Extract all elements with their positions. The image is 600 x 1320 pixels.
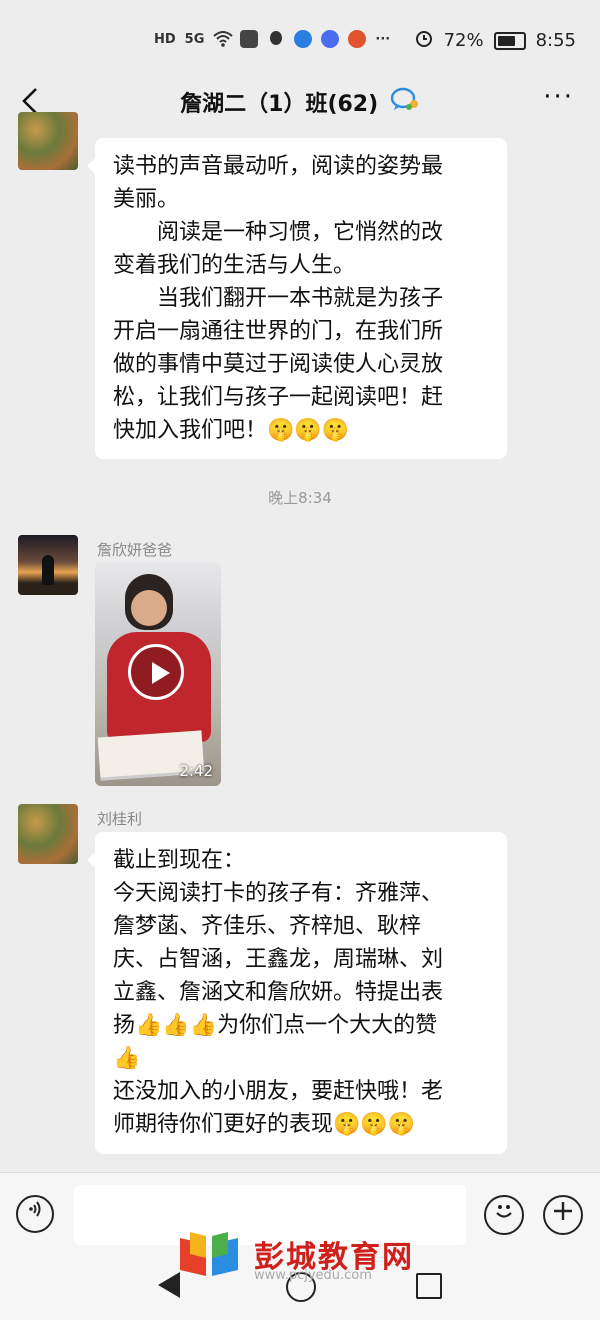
alarm-icon — [414, 28, 434, 53]
chat-title: 詹湖二（1）班(62) — [0, 86, 600, 118]
browser-icon — [294, 30, 313, 48]
message-bubble[interactable]: 读书的声音最动听，阅读的姿势最 美丽。 阅读是一种习惯，它悄然的改 变着我们的生… — [87, 138, 507, 459]
battery-icon — [493, 31, 526, 50]
smiley-icon — [496, 1205, 512, 1218]
message-line: 美丽。 — [113, 187, 180, 212]
plus-icon — [554, 1202, 572, 1220]
message-line: 立鑫、詹涵文和詹欣妍。特提出表 — [113, 980, 444, 1005]
battery-fill — [497, 35, 515, 46]
message-bubble[interactable]: 截止到现在： 今天阅读打卡的孩子有：齐雅萍、 詹梦菡、齐佳乐、齐梓旭、耿梓 庆、… — [87, 832, 507, 1154]
more-options-button[interactable]: ··· — [543, 82, 574, 112]
clock: 8:55 — [535, 30, 576, 51]
battery-percent: 72% — [443, 30, 484, 51]
message-line: 庆、占智涵，王鑫龙，周瑞琳、刘 — [113, 947, 444, 972]
chat-bubble-icon — [390, 87, 420, 117]
sender-name: 詹欣妍爸爸 — [97, 541, 173, 559]
play-icon[interactable] — [128, 644, 184, 700]
message-line: 当我们翻开一本书就是为孩子 — [113, 286, 444, 311]
message-line: 松，让我们与孩子一起阅读吧！赶 — [113, 385, 444, 410]
message-line: 变着我们的生活与人生。 — [113, 253, 356, 278]
chat-header: 詹湖二（1）班(62) ··· — [0, 80, 600, 125]
voice-input-button[interactable] — [16, 1195, 54, 1233]
avatar[interactable] — [18, 804, 78, 864]
hd-icon: HD — [154, 31, 176, 47]
message-line: 扬👍👍👍为你们点一个大大的赞 — [113, 1013, 438, 1038]
message-timestamp: 晚上8:34 — [268, 489, 332, 507]
voice-icon — [29, 1201, 41, 1217]
news-icon — [348, 30, 367, 48]
emoji-button[interactable] — [484, 1195, 524, 1235]
status-icons-left: HD 5G ··· — [154, 30, 390, 48]
message-line: 还没加入的小朋友，要赶快哦！老 — [113, 1079, 444, 1104]
message-line: 截止到现在： — [113, 848, 246, 873]
sender-name: 刘桂利 — [97, 810, 143, 828]
chat-title-text: 詹湖二（1）班(62) — [180, 92, 379, 117]
video-message[interactable]: 2:42 — [95, 562, 221, 786]
message-line: 师期待你们更好的表现🤫🤫🤫 — [113, 1112, 416, 1137]
message-line: 开启一扇通往世界的门，在我们所 — [113, 319, 444, 344]
music-icon — [321, 30, 340, 48]
video-duration: 2:42 — [179, 762, 213, 780]
add-attachment-button[interactable] — [543, 1195, 583, 1235]
watermark: 彭城教育网 www.pcjyedu.com — [176, 1222, 436, 1292]
watermark-url: www.pcjyedu.com — [254, 1268, 372, 1283]
status-bar: HD 5G ··· 72% 8:55 — [0, 0, 600, 80]
avatar[interactable] — [18, 112, 78, 170]
app-icon — [240, 30, 259, 48]
avatar[interactable] — [18, 535, 78, 595]
book-logo-icon — [180, 1232, 238, 1276]
message-line: 做的事情中莫过于阅读使人心灵放 — [113, 352, 444, 377]
message-line: 快加入我们吧！🤫🤫🤫 — [113, 418, 350, 443]
qq-icon — [267, 30, 285, 48]
wifi-icon — [213, 30, 234, 48]
message-line: 👍 — [113, 1046, 141, 1071]
status-icons-right: 72% 8:55 — [414, 28, 576, 53]
message-line: 今天阅读打卡的孩子有：齐雅萍、 — [113, 881, 444, 906]
more-dots-icon: ··· — [375, 31, 391, 47]
message-line: 阅读是一种习惯，它悄然的改 — [113, 220, 444, 245]
message-line: 读书的声音最动听，阅读的姿势最 — [113, 154, 444, 179]
signal-5g-icon: 5G — [184, 31, 205, 47]
message-line: 詹梦菡、齐佳乐、齐梓旭、耿梓 — [113, 914, 422, 939]
